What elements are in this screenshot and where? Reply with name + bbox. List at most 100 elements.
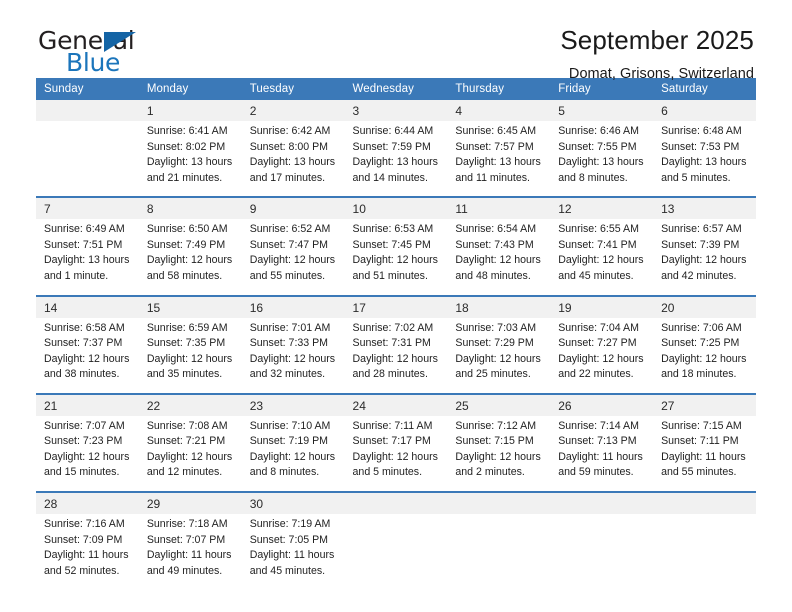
day-number-cell[interactable]: 6: [653, 100, 756, 121]
day-detail-cell[interactable]: Sunrise: 7:16 AM Sunset: 7:09 PM Daylight:…: [36, 514, 139, 590]
week-detail-row: Sunrise: 7:16 AM Sunset: 7:09 PM Daylight:…: [36, 514, 756, 590]
day-detail-cell[interactable]: Sunrise: 7:18 AM Sunset: 7:07 PM Daylight:…: [138, 514, 242, 590]
day-detail-cell[interactable]: Sunrise: 6:48 AM Sunset: 7:53 PM Daylight:…: [653, 121, 756, 198]
day-number-cell[interactable]: 23: [241, 392, 345, 416]
day-daylight-text: Daylight: 11 hours: [146, 549, 232, 562]
day-daylight-text: and 22 minutes.: [558, 368, 634, 381]
day-sunset-text: Sunset: 7:25 PM: [661, 337, 740, 350]
day-daylight-text: and 45 minutes.: [249, 564, 326, 577]
day-number-cell[interactable]: 2: [241, 100, 345, 121]
day-sunrise-text: Sunrise: 6:52 AM: [249, 223, 331, 236]
day-detail-cell[interactable]: Sunrise: 6:42 AM Sunset: 8:00 PM Daylight:…: [241, 121, 345, 198]
day-number-cell[interactable]: 3: [344, 100, 448, 121]
day-detail-cell[interactable]: Sunrise: 6:59 AM Sunset: 7:35 PM Daylight:…: [138, 317, 242, 394]
day-sunset-text: Sunset: 7:47 PM: [249, 238, 329, 251]
day-number-cell[interactable]: 13: [653, 196, 756, 220]
day-detail-cell[interactable]: Sunrise: 7:01 AM Sunset: 7:33 PM Daylight:…: [241, 317, 345, 394]
day-number-cell[interactable]: 11: [447, 196, 551, 220]
day-detail-cell[interactable]: Sunrise: 6:45 AM Sunset: 7:57 PM Daylight:…: [447, 121, 551, 198]
week-daynumber-row: 123456: [36, 100, 756, 121]
day-detail-cell[interactable]: Sunrise: 6:41 AM Sunset: 8:02 PM Daylight:…: [138, 121, 242, 198]
day-detail-cell[interactable]: Sunrise: 6:52 AM Sunset: 7:47 PM Daylight:…: [241, 219, 345, 296]
day-daylight-text: Daylight: 12 hours: [558, 254, 644, 267]
day-detail-cell[interactable]: Sunrise: 6:57 AM Sunset: 7:39 PM Daylight:…: [653, 219, 756, 296]
day-daylight-text: and 8 minutes.: [558, 171, 628, 184]
day-sunrise-text: Sunrise: 6:48 AM: [661, 125, 742, 137]
day-daylight-text: and 21 minutes.: [146, 171, 223, 184]
day-number-cell[interactable]: 26: [550, 392, 654, 416]
day-number-cell[interactable]: 21: [36, 392, 139, 416]
day-number-cell[interactable]: 30: [241, 491, 345, 514]
day-sunset-text: Sunset: 7:15 PM: [455, 435, 534, 448]
day-daylight-text: Daylight: 12 hours: [661, 352, 747, 365]
day-sunset-text: Sunset: 7:11 PM: [661, 435, 739, 448]
day-daylight-text: and 59 minutes.: [558, 466, 634, 479]
day-number-cell: [447, 491, 551, 514]
day-detail-cell[interactable]: Sunrise: 7:02 AM Sunset: 7:31 PM Daylight:…: [344, 317, 448, 394]
day-detail-cell[interactable]: Sunrise: 7:19 AM Sunset: 7:05 PM Daylight:…: [241, 514, 345, 590]
calendar-page: General Blue September 2025 Domat, Griso…: [0, 0, 792, 612]
day-sunset-text: Sunset: 8:02 PM: [146, 140, 226, 153]
day-number-cell[interactable]: 29: [138, 491, 242, 514]
day-sunset-text: Sunset: 7:31 PM: [352, 337, 431, 350]
day-detail-cell[interactable]: Sunrise: 6:46 AM Sunset: 7:55 PM Daylight:…: [550, 121, 654, 198]
day-sunrise-text: Sunrise: 7:19 AM: [249, 518, 331, 530]
day-number-cell[interactable]: 10: [344, 196, 448, 220]
day-sunrise-text: Sunrise: 6:42 AM: [249, 125, 331, 137]
day-sunrise-text: Sunrise: 6:44 AM: [352, 125, 434, 137]
day-number-cell: [550, 491, 654, 514]
week-detail-row: Sunrise: 7:07 AM Sunset: 7:23 PM Daylight:…: [36, 415, 756, 492]
day-number-cell[interactable]: 8: [138, 196, 242, 220]
day-daylight-text: and 5 minutes.: [661, 171, 731, 184]
day-number-cell[interactable]: 24: [344, 392, 448, 416]
day-sunset-text: Sunset: 7:33 PM: [249, 337, 329, 350]
day-detail-cell[interactable]: Sunrise: 7:10 AM Sunset: 7:19 PM Daylight:…: [241, 415, 345, 492]
logo-text-blue: Blue: [66, 48, 121, 77]
day-number-cell[interactable]: 28: [36, 491, 139, 514]
day-number-cell[interactable]: 7: [36, 196, 139, 220]
day-number-cell[interactable]: 17: [344, 294, 448, 318]
day-sunrise-text: Sunrise: 7:02 AM: [352, 321, 434, 334]
day-number-cell[interactable]: 27: [653, 392, 756, 416]
day-detail-cell[interactable]: Sunrise: 7:12 AM Sunset: 7:15 PM Daylight:…: [447, 415, 551, 492]
day-detail-cell[interactable]: Sunrise: 7:15 AM Sunset: 7:11 PM Daylight:…: [653, 415, 756, 492]
day-detail-cell[interactable]: Sunrise: 7:08 AM Sunset: 7:21 PM Daylight:…: [138, 415, 242, 492]
day-number-cell[interactable]: 22: [138, 392, 242, 416]
day-number-cell[interactable]: 14: [36, 294, 139, 318]
day-detail-cell[interactable]: Sunrise: 7:07 AM Sunset: 7:23 PM Daylight:…: [36, 415, 139, 492]
day-detail-cell[interactable]: Sunrise: 7:06 AM Sunset: 7:25 PM Daylight:…: [653, 317, 756, 394]
weekday-header-wednesday: Wednesday: [344, 78, 448, 100]
day-detail-cell[interactable]: Sunrise: 6:49 AM Sunset: 7:51 PM Daylight:…: [36, 219, 139, 296]
title-block: September 2025 Domat, Grisons, Switzerla…: [560, 25, 756, 82]
day-number-cell[interactable]: 15: [138, 294, 242, 318]
day-number-cell[interactable]: 1: [138, 100, 242, 121]
day-number-cell[interactable]: 12: [550, 196, 654, 220]
day-sunset-text: Sunset: 7:39 PM: [661, 238, 740, 251]
day-number-cell[interactable]: 5: [550, 100, 654, 121]
day-daylight-text: Daylight: 13 hours: [146, 156, 233, 169]
day-sunrise-text: Sunrise: 7:04 AM: [558, 321, 639, 334]
day-sunrise-text: Sunrise: 7:11 AM: [352, 419, 433, 432]
day-detail-cell[interactable]: Sunrise: 6:50 AM Sunset: 7:49 PM Daylight:…: [138, 219, 242, 296]
day-detail-cell[interactable]: Sunrise: 6:53 AM Sunset: 7:45 PM Daylight:…: [344, 219, 448, 296]
day-detail-cell[interactable]: Sunrise: 7:04 AM Sunset: 7:27 PM Daylight:…: [550, 317, 654, 394]
day-detail-cell[interactable]: Sunrise: 6:54 AM Sunset: 7:43 PM Daylight:…: [447, 219, 551, 296]
day-detail-cell[interactable]: Sunrise: 6:44 AM Sunset: 7:59 PM Daylight:…: [344, 121, 448, 198]
day-number-cell[interactable]: 16: [241, 294, 345, 318]
day-number-cell[interactable]: 18: [447, 294, 551, 318]
day-daylight-text: and 58 minutes.: [146, 269, 223, 282]
day-number-cell[interactable]: 20: [653, 294, 756, 318]
day-detail-cell[interactable]: Sunrise: 7:03 AM Sunset: 7:29 PM Daylight:…: [447, 317, 551, 394]
page-header: General Blue September 2025 Domat, Griso…: [36, 0, 756, 82]
day-daylight-text: Daylight: 11 hours: [249, 549, 335, 562]
day-sunrise-text: Sunrise: 7:08 AM: [146, 419, 228, 432]
day-number-cell[interactable]: 19: [550, 294, 654, 318]
day-detail-cell[interactable]: Sunrise: 7:14 AM Sunset: 7:13 PM Daylight:…: [550, 415, 654, 492]
day-number-cell[interactable]: 25: [447, 392, 551, 416]
day-sunrise-text: Sunrise: 7:15 AM: [661, 419, 742, 432]
day-detail-cell[interactable]: Sunrise: 6:58 AM Sunset: 7:37 PM Daylight:…: [36, 317, 139, 394]
day-detail-cell[interactable]: Sunrise: 6:55 AM Sunset: 7:41 PM Daylight:…: [550, 219, 654, 296]
day-detail-cell[interactable]: Sunrise: 7:11 AM Sunset: 7:17 PM Daylight:…: [344, 415, 448, 492]
day-number-cell[interactable]: 4: [447, 100, 551, 121]
day-number-cell[interactable]: 9: [241, 196, 345, 220]
